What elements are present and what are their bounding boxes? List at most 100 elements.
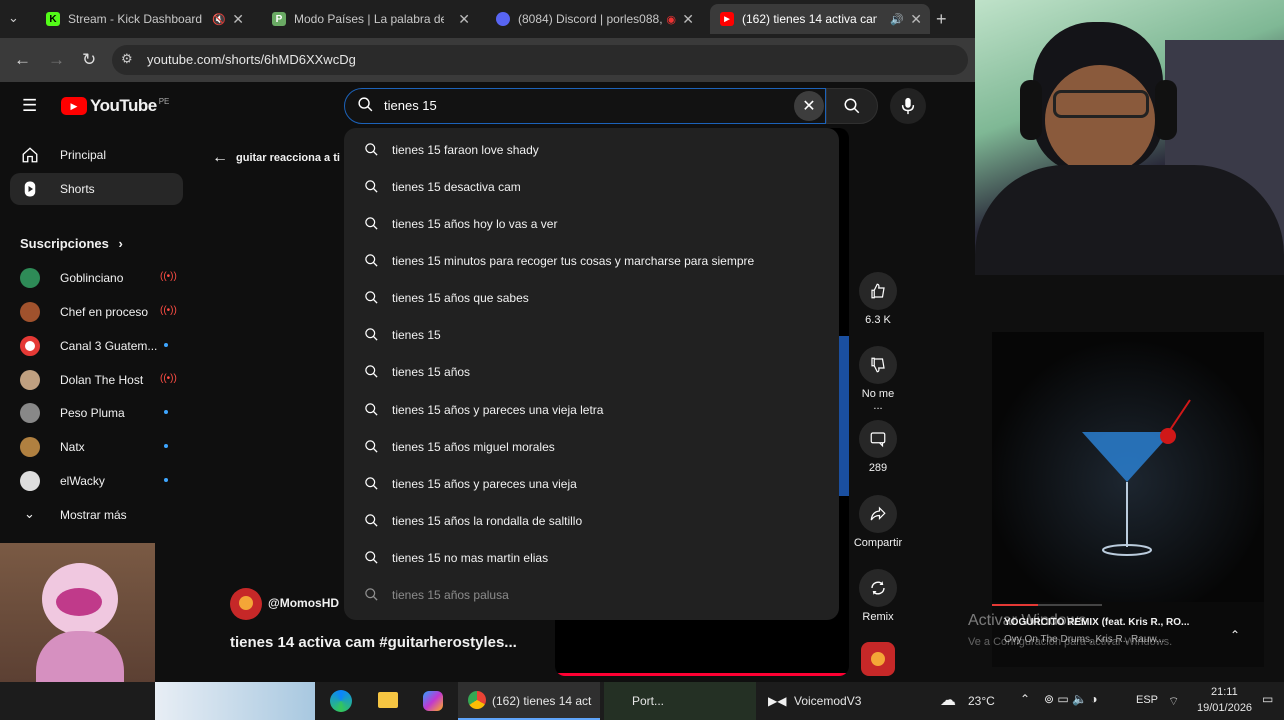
subscription-name: Natx — [60, 440, 85, 454]
suggestion-text: tienes 15 minutos para recoger tus cosas… — [392, 254, 755, 268]
suggestion-text: tienes 15 años — [392, 365, 471, 379]
chevron-down-icon: ⌄ — [24, 506, 35, 521]
notifications-icon[interactable]: ▭ — [1262, 692, 1273, 706]
close-icon[interactable]: ✕ — [682, 11, 694, 28]
suggestion-text: tienes 15 años y pareces una vieja — [392, 477, 577, 491]
temperature[interactable]: 23°C — [968, 694, 995, 708]
sidebar-item-principal[interactable]: Principal — [10, 139, 183, 171]
subscription-item[interactable]: elWacky — [20, 469, 180, 493]
recording-icon: ◉ — [666, 13, 676, 26]
cocktail-glass-icon — [1082, 399, 1191, 556]
channel-avatar[interactable] — [230, 588, 262, 620]
new-tab-button[interactable]: + — [936, 9, 947, 30]
taskbar-app-window[interactable]: Port... — [604, 682, 756, 720]
share-label: Compartir — [853, 537, 903, 549]
sound-thumbnail[interactable] — [861, 642, 895, 676]
taskbar-chrome-window[interactable]: (162) tienes 14 activa... — [458, 682, 600, 720]
dislike-button[interactable]: No me ... — [858, 346, 898, 412]
discord-icon — [496, 12, 510, 26]
subscription-item[interactable]: Natx — [20, 435, 180, 459]
song-progress-track[interactable] — [992, 604, 1102, 606]
avatar — [20, 302, 40, 322]
suggestion-item[interactable]: tienes 15 — [344, 318, 839, 352]
show-more-button[interactable]: ⌄ Mostrar más — [20, 503, 180, 527]
suggestion-item[interactable]: tienes 15 no mas martin elias — [344, 541, 839, 575]
clear-search-button[interactable]: ✕ — [794, 91, 824, 121]
reload-icon[interactable]: ↻ — [82, 50, 96, 70]
home-icon — [20, 145, 40, 165]
subscription-item[interactable]: Canal 3 Guatem... — [20, 334, 180, 358]
close-icon[interactable]: ✕ — [910, 11, 922, 28]
back-to-video[interactable]: ← guitar reacciona a ti — [212, 149, 346, 167]
file-explorer-icon[interactable] — [378, 692, 398, 708]
suggestion-item[interactable]: tienes 15 desactiva cam — [344, 170, 839, 204]
voice-search-button[interactable] — [890, 88, 926, 124]
youtube-logo[interactable]: ▶ YouTube PE — [61, 96, 169, 116]
tab-modo-paises[interactable]: P Modo Países | La palabra del dí ✕ — [262, 4, 478, 34]
weather-icon[interactable]: ☁ — [940, 690, 956, 710]
comments-button[interactable]: 289 — [858, 420, 898, 474]
back-title: guitar reacciona a ti — [236, 152, 340, 164]
search-button[interactable] — [826, 88, 878, 124]
like-button[interactable]: 6.3 K — [858, 272, 898, 326]
clock-time[interactable]: 21:11 — [1211, 686, 1238, 698]
suggestion-text: tienes 15 desactiva cam — [392, 180, 521, 194]
forward-arrow-icon[interactable]: → — [48, 50, 65, 70]
remix-label: Remix — [862, 611, 894, 623]
wifi-icon[interactable]: ⌔ — [1168, 694, 1179, 709]
chevron-up-icon[interactable]: ⌃ — [1230, 628, 1240, 642]
back-arrow-icon[interactable]: ← — [14, 50, 31, 70]
system-tray-icons[interactable]: ⊚ ▭ 🔈 ◑ — [1044, 692, 1098, 706]
copilot-icon[interactable] — [423, 691, 443, 711]
taskbar-window-title: VoicemodV3 — [794, 694, 862, 708]
mute-icon[interactable]: 🔇 — [212, 13, 226, 26]
clock-date[interactable]: 19/01/2026 — [1197, 702, 1252, 714]
remix-button[interactable]: Remix — [858, 569, 898, 623]
subscription-item[interactable]: Goblinciano ((•)) — [20, 266, 180, 290]
share-button[interactable]: Compartir — [853, 495, 903, 549]
suggestion-item[interactable]: tienes 15 años miguel morales — [344, 430, 839, 464]
live-icon: ((•)) — [160, 305, 177, 316]
sidebar-item-shorts[interactable]: Shorts — [10, 173, 183, 205]
suggestion-item[interactable]: tienes 15 años — [344, 355, 839, 389]
suggestion-item[interactable]: tienes 15 años la rondalla de saltillo — [344, 504, 839, 538]
taskbar-window-title: Port... — [632, 694, 665, 708]
menu-icon[interactable]: ☰ — [22, 96, 37, 116]
suggestion-item[interactable]: tienes 15 años y pareces una vieja letra — [344, 393, 839, 427]
tab-title: (162) tienes 14 activa cam — [742, 12, 877, 26]
language-indicator[interactable]: ESP — [1136, 694, 1158, 706]
suggestion-item[interactable]: tienes 15 faraon love shady — [344, 133, 839, 167]
search-input[interactable] — [384, 95, 784, 115]
audio-icon[interactable]: 🔊 — [890, 13, 904, 26]
close-icon[interactable]: ✕ — [232, 11, 244, 28]
tab-kick[interactable]: K Stream - Kick Dashboard 🔇 ✕ — [36, 4, 252, 34]
subscription-item[interactable]: Chef en proceso ((•)) — [20, 300, 180, 324]
live-icon: ((•)) — [160, 271, 177, 282]
tab-discord[interactable]: (8084) Discord | porles088, ◉ ✕ — [486, 4, 702, 34]
channel-handle[interactable]: @MomosHD — [268, 596, 339, 610]
taskbar-voicemod[interactable]: ▶◀ VoicemodV3 — [760, 682, 890, 720]
subscription-item[interactable]: Peso Pluma — [20, 401, 180, 425]
subscription-name: Canal 3 Guatem... — [60, 339, 158, 353]
site-info-icon[interactable]: ⚙ — [121, 51, 133, 67]
tab-youtube[interactable]: ▶ (162) tienes 14 activa cam 🔊 ✕ — [710, 4, 930, 34]
suggestion-item[interactable]: tienes 15 minutos para recoger tus cosas… — [344, 244, 839, 278]
progress-bar[interactable] — [555, 673, 849, 676]
subscriptions-heading[interactable]: Suscripciones › — [20, 236, 123, 251]
subscription-item[interactable]: Dolan The Host ((•)) — [20, 368, 180, 392]
suggestion-item[interactable]: tienes 15 años hoy lo vas a ver — [344, 207, 839, 241]
chevron-up-icon[interactable]: ⌃ — [1020, 692, 1030, 706]
suggestion-text: tienes 15 años palusa — [392, 588, 509, 602]
close-icon[interactable]: ✕ — [458, 11, 470, 28]
suggestion-item[interactable]: tienes 15 años y pareces una vieja — [344, 467, 839, 501]
suggestion-item[interactable]: tienes 15 años palusa — [344, 578, 839, 612]
webcam-overlay — [975, 0, 1284, 275]
taskbar-widget-preview[interactable] — [155, 682, 315, 720]
short-title[interactable]: tienes 14 activa cam #guitarherostyles..… — [230, 634, 517, 651]
edge-icon[interactable] — [330, 690, 352, 712]
mascot-body — [36, 631, 124, 682]
suggestion-item[interactable]: tienes 15 años que sabes — [344, 281, 839, 315]
new-content-dot — [164, 478, 168, 482]
tab-search-icon[interactable]: ⌄ — [8, 10, 19, 26]
url-text[interactable]: youtube.com/shorts/6hMD6XXwcDg — [147, 52, 356, 67]
